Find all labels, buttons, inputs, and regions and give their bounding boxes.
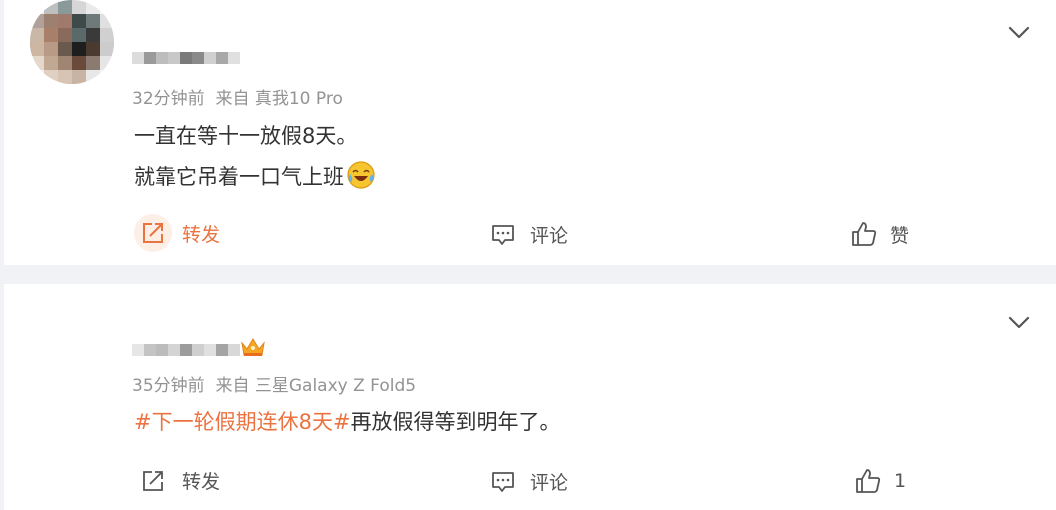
- comment-text-line-2: 就靠它吊着一口气上班: [134, 160, 376, 191]
- comment-text: #下一轮假期连休8天#再放假得等到明年了。: [134, 410, 561, 434]
- like-count: 1: [894, 470, 907, 492]
- crown-icon: [241, 338, 265, 356]
- comment-icon: [492, 224, 514, 245]
- comment-label: 评论: [530, 225, 569, 247]
- topic-link[interactable]: #下一轮假期连休8天#: [134, 410, 351, 434]
- comment-source: 来自 三星Galaxy Z Fold5: [215, 376, 417, 396]
- comment-time: 35分钟前: [132, 376, 205, 396]
- comment-meta: 35分钟前 来自 三星Galaxy Z Fold5: [132, 371, 416, 396]
- like-count: 赞: [890, 224, 910, 247]
- thumbs-up-icon: [856, 469, 881, 493]
- like-button[interactable]: 1: [854, 467, 906, 495]
- username-blurred[interactable]: [132, 48, 240, 68]
- comment-label: 评论: [530, 472, 569, 494]
- avatar[interactable]: [30, 0, 114, 84]
- comment-icon: [492, 471, 514, 492]
- laugh-cry-emoji-icon: [347, 161, 375, 189]
- comment-time: 32分钟前: [132, 89, 205, 109]
- username-blurred[interactable]: [132, 340, 240, 360]
- repost-label: 转发: [182, 223, 221, 246]
- comment-button[interactable]: 评论: [490, 468, 568, 495]
- repost-button[interactable]: 转发: [140, 467, 220, 494]
- repost-icon-bg: [134, 214, 172, 252]
- like-button[interactable]: 赞: [850, 220, 909, 248]
- comment-text-line-1: 一直在等十一放假8天。: [134, 124, 358, 148]
- share-icon: [143, 223, 163, 243]
- comment-button[interactable]: 评论: [490, 221, 568, 248]
- comment-source: 来自 真我10 Pro: [215, 89, 343, 109]
- chevron-down-icon[interactable]: [1008, 316, 1030, 330]
- thumbs-up-icon: [852, 222, 877, 246]
- share-icon: [143, 470, 163, 491]
- repost-label: 转发: [182, 471, 221, 493]
- repost-button[interactable]: 转发: [134, 214, 220, 252]
- comment-meta: 32分钟前 来自 真我10 Pro: [132, 84, 343, 109]
- chevron-down-icon[interactable]: [1008, 26, 1030, 40]
